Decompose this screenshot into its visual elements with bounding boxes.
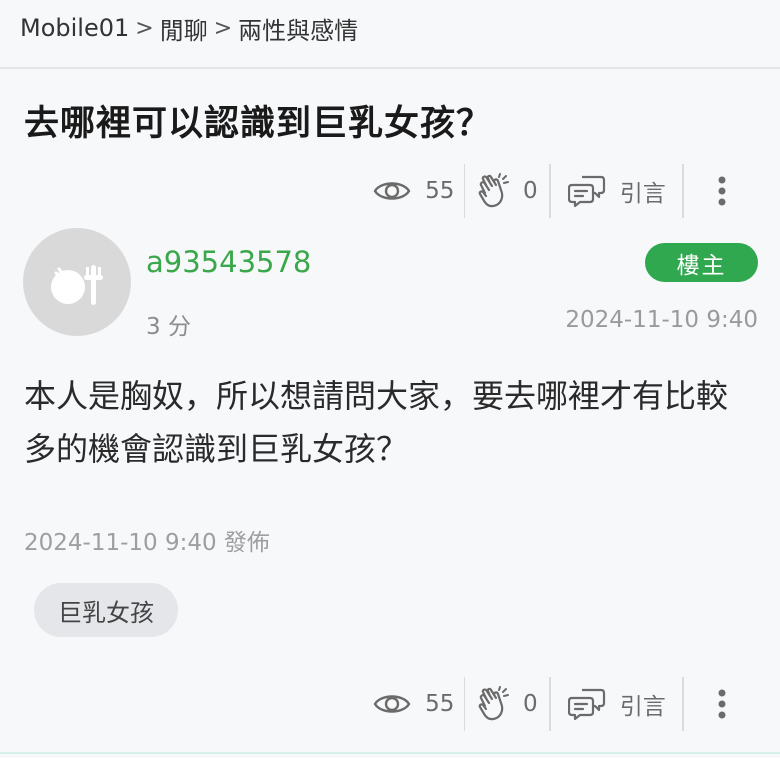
post-content: 本人是胸奴，所以想請問大家，要去哪裡才有比較多的機會認識到巨乳女孩？: [24, 377, 729, 468]
clap-button[interactable]: 0: [465, 164, 549, 218]
breadcrumb-separator: >: [213, 15, 233, 41]
post-action-bar: 55 0 引言: [364, 677, 760, 731]
topic-action-bar: 55 0 引言: [364, 164, 760, 218]
op-badge: 樓主: [645, 243, 758, 282]
views-value: 55: [425, 691, 455, 717]
header-divider: [0, 67, 780, 69]
clap-icon: [477, 686, 511, 722]
posted-at: 2024-11-10 9:40 發佈: [24, 530, 270, 556]
quote-button[interactable]: 引言: [551, 677, 682, 731]
breadcrumb-forum[interactable]: 兩性與感情: [238, 11, 358, 46]
footer-divider: [0, 752, 780, 754]
more-options-button[interactable]: [684, 677, 760, 731]
clap-button[interactable]: 0: [465, 677, 549, 731]
eye-icon: [373, 178, 411, 204]
eye-icon: [373, 691, 411, 717]
breadcrumb-site[interactable]: Mobile01: [20, 14, 129, 42]
post-date: 2024-11-10 9:40: [565, 307, 758, 333]
breadcrumb-section[interactable]: 閒聊: [160, 11, 208, 46]
topic-title: 去哪裡可以認識到巨乳女孩？: [24, 104, 493, 144]
claps-value: 0: [522, 178, 538, 204]
views-value: 55: [425, 178, 455, 204]
more-options-button[interactable]: [684, 164, 760, 218]
username-link[interactable]: a93543578: [146, 245, 311, 279]
breadcrumb-separator: >: [135, 15, 154, 41]
time-ago: 3 分: [146, 314, 191, 340]
default-avatar-icon: [51, 265, 103, 305]
more-vertical-icon: [717, 176, 727, 206]
more-vertical-icon: [717, 689, 727, 719]
avatar[interactable]: [23, 228, 131, 336]
quote-bubble-icon: [567, 174, 606, 208]
claps-value: 0: [522, 691, 538, 717]
breadcrumb: Mobile01 > 閒聊 > 兩性與感情: [20, 10, 358, 46]
quote-label: 引言: [619, 181, 666, 207]
views-count: 55: [364, 164, 464, 218]
clap-icon: [477, 173, 511, 209]
quote-bubble-icon: [567, 687, 606, 721]
tag-chip[interactable]: 巨乳女孩: [34, 583, 178, 637]
views-count: 55: [364, 677, 464, 731]
quote-label: 引言: [619, 694, 666, 720]
quote-button[interactable]: 引言: [551, 164, 682, 218]
